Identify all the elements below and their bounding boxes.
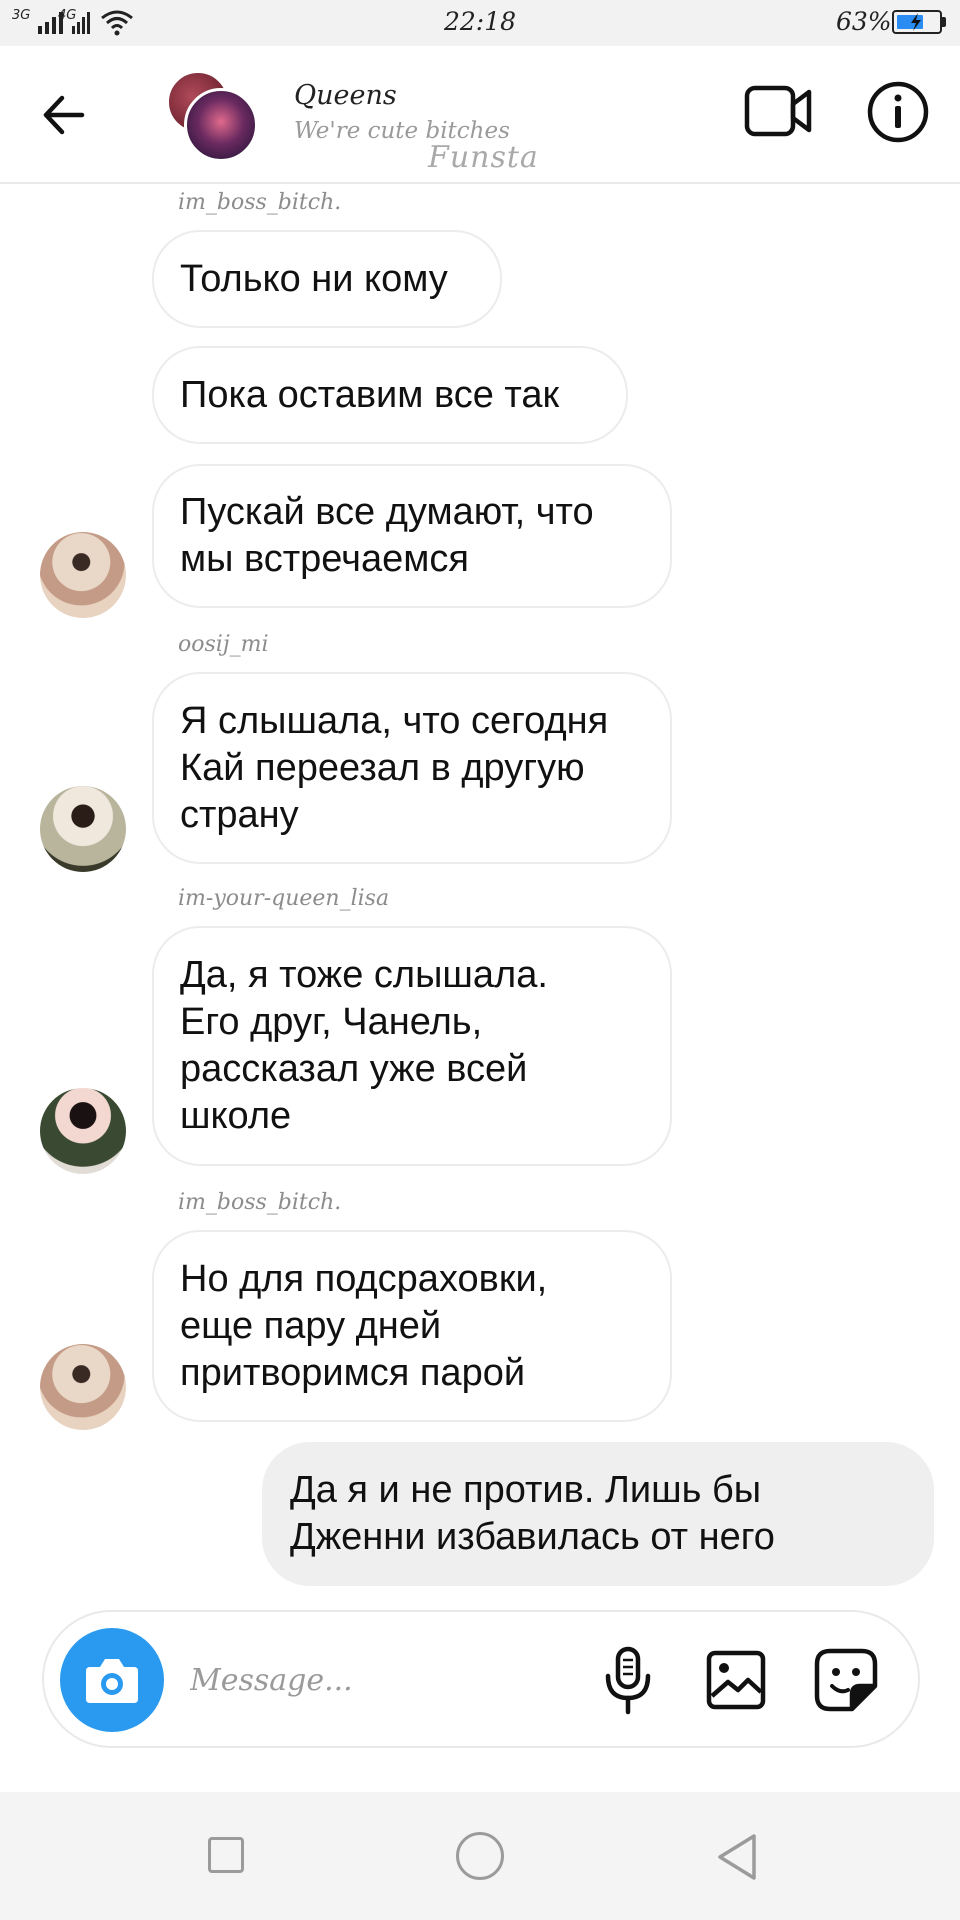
message-bubble[interactable]: Но для подсраховки, еще пару дней притво…	[152, 1230, 672, 1422]
info-icon[interactable]	[866, 80, 930, 144]
back-arrow-icon[interactable]	[38, 90, 98, 140]
camera-button[interactable]	[60, 1628, 164, 1732]
avatar[interactable]	[40, 786, 126, 872]
battery-icon	[892, 10, 942, 34]
camera-icon	[86, 1659, 138, 1703]
home-icon[interactable]	[456, 1832, 504, 1880]
message-bubble[interactable]: Только ни кому	[152, 230, 502, 328]
avatar[interactable]	[40, 1344, 126, 1430]
message-input[interactable]	[190, 1655, 570, 1705]
battery-percent: 63%	[836, 7, 892, 36]
avatar[interactable]	[40, 532, 126, 618]
charging-icon	[911, 13, 921, 31]
battery-nub	[942, 17, 946, 27]
sticker-icon[interactable]	[814, 1648, 878, 1712]
sender-name: oosij_mi	[178, 632, 269, 657]
nav-back-icon[interactable]	[714, 1832, 760, 1882]
message-bubble[interactable]: Пускай все думают, что мы встречаемся	[152, 464, 672, 608]
watermark: Funsta	[428, 140, 539, 175]
message-bubble[interactable]: Пока оставим все так	[152, 346, 628, 444]
group-avatar[interactable]	[166, 70, 260, 162]
microphone-icon[interactable]	[600, 1646, 656, 1716]
sender-name: im-your-queen_lisa	[178, 886, 390, 911]
outgoing-message-bubble[interactable]: Да я и не против. Лишь бы Дженни избавил…	[262, 1442, 934, 1586]
sender-name: im_boss_bitch.	[178, 1190, 342, 1215]
avatar[interactable]	[40, 1088, 126, 1174]
message-bubble[interactable]: Да, я тоже слышала. Его друг, Чанель, ра…	[152, 926, 672, 1166]
group-avatar-photo-2	[184, 88, 258, 162]
group-title[interactable]: Queens	[294, 80, 397, 111]
clock: 22:18	[443, 7, 517, 36]
message-bubble[interactable]: Я слышала, что сегодня Кай переезал в др…	[152, 672, 672, 864]
video-camera-icon[interactable]	[744, 82, 812, 140]
gallery-icon[interactable]	[706, 1650, 766, 1710]
recent-apps-icon[interactable]	[208, 1837, 244, 1873]
sender-name: im_boss_bitch.	[178, 190, 342, 215]
